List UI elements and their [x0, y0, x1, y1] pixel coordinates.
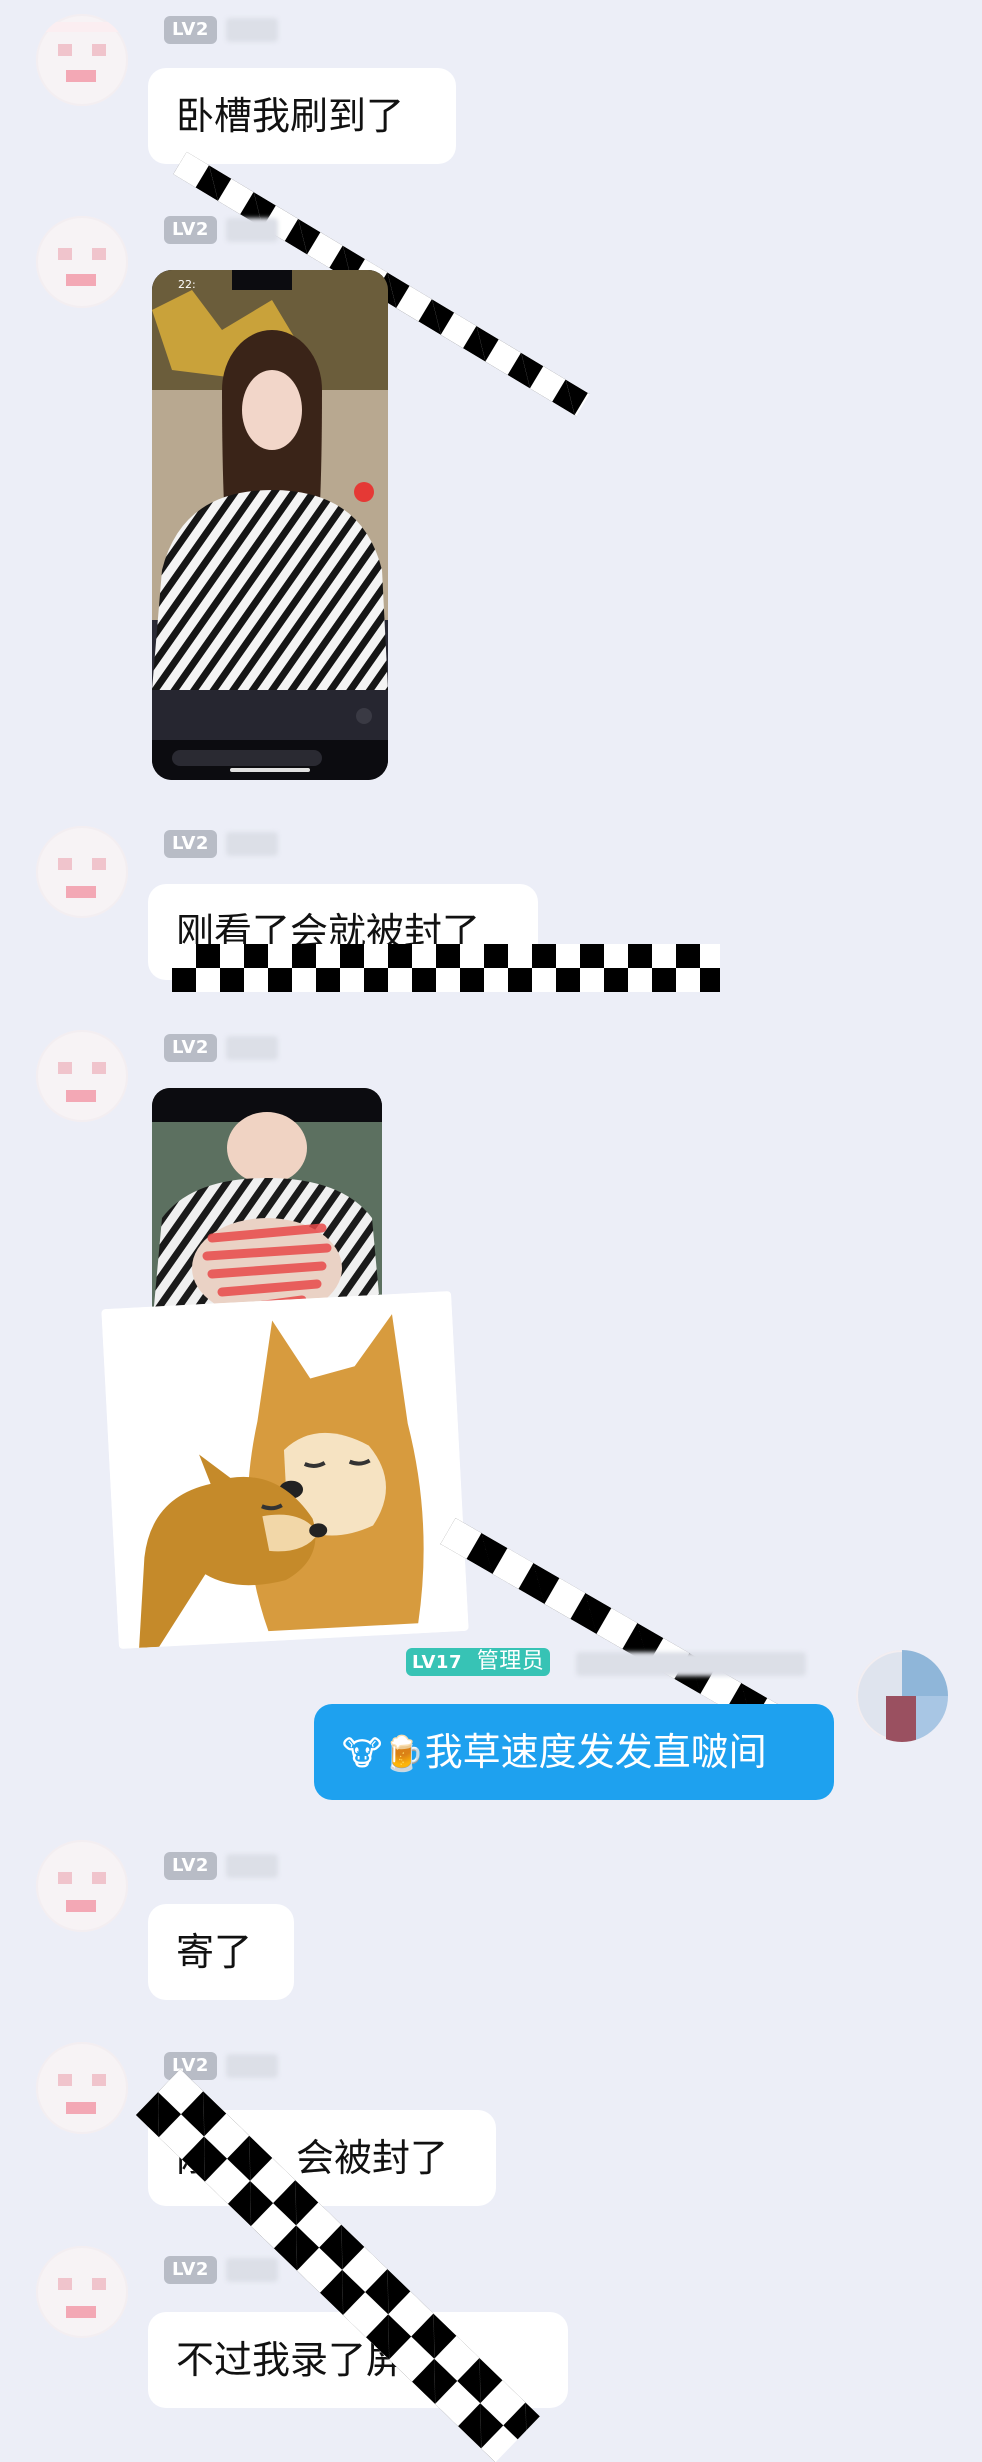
level-badge: LV2 — [164, 830, 217, 858]
censor-bar — [172, 944, 720, 992]
message-bubble[interactable]: 寄了 — [148, 1904, 294, 2000]
sender-name[interactable] — [576, 1652, 806, 1676]
censor-bar — [440, 1518, 785, 1734]
sender-name[interactable] — [226, 2054, 278, 2078]
my-message-bubble[interactable]: 🐮🍺我草速度发发直啵间 — [314, 1704, 834, 1800]
image-message[interactable] — [152, 1088, 382, 1328]
image-message[interactable] — [152, 270, 388, 780]
level-badge: LV17 管理员 — [406, 1648, 551, 1676]
sticker-image[interactable] — [101, 1291, 469, 1649]
message-text-end: 会被封了 — [296, 2136, 449, 2180]
sender-name[interactable] — [226, 18, 278, 42]
sender-name[interactable] — [226, 832, 278, 856]
avatar[interactable] — [36, 826, 128, 918]
level-badge: LV2 — [164, 2256, 217, 2284]
avatar[interactable] — [36, 2246, 128, 2338]
level-badge: LV2 — [164, 1852, 217, 1880]
sender-name[interactable] — [226, 1036, 278, 1060]
avatar[interactable] — [36, 14, 128, 106]
admin-role-label: 管理员 — [476, 1649, 545, 1674]
livestream-screenshot — [152, 270, 388, 780]
avatar[interactable] — [36, 1030, 128, 1122]
level-badge: LV2 — [164, 16, 217, 44]
sender-name[interactable] — [226, 218, 278, 242]
sender-name[interactable] — [226, 2258, 278, 2282]
doge-hug-sticker — [101, 1291, 469, 1649]
emoji-prefix: 🐮🍺 — [342, 1734, 425, 1774]
self-avatar[interactable] — [856, 1650, 948, 1742]
level-badge: LV2 — [164, 1034, 217, 1062]
avatar[interactable] — [36, 216, 128, 308]
level-badge: LV2 — [164, 216, 217, 244]
message-bubble[interactable]: 卧槽我刷到了 — [148, 68, 456, 164]
message-text: 我草速度发发直啵间 — [424, 1730, 767, 1774]
censored-video-frame — [152, 1088, 382, 1328]
avatar[interactable] — [36, 1840, 128, 1932]
sender-name[interactable] — [226, 1854, 278, 1878]
avatar[interactable] — [36, 2042, 128, 2134]
status-time: 22: — [178, 278, 196, 291]
level-text: LV17 — [412, 1652, 462, 1673]
